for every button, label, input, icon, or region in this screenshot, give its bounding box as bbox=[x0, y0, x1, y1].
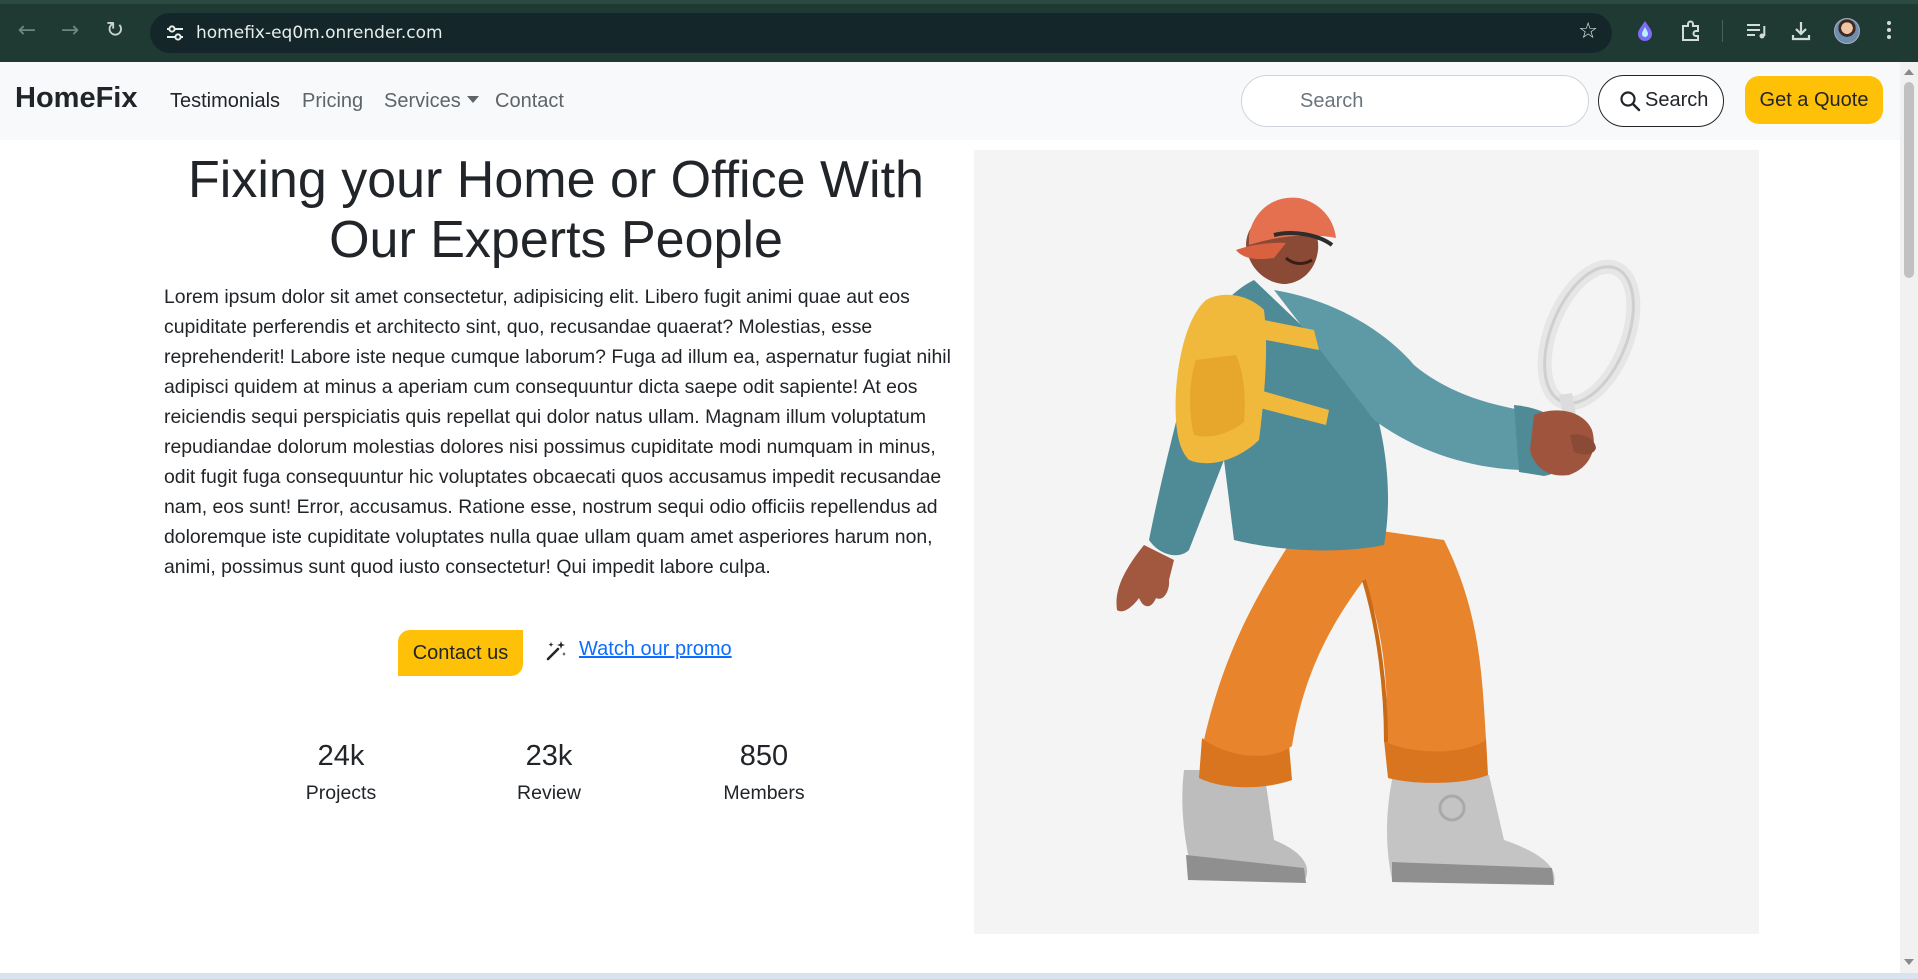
page-scrollbar[interactable] bbox=[1900, 62, 1918, 979]
scrollbar-thumb[interactable] bbox=[1904, 82, 1914, 278]
media-queue-icon[interactable] bbox=[1743, 18, 1769, 44]
search-input[interactable]: Search bbox=[1241, 75, 1589, 127]
stat-label: Members bbox=[723, 782, 805, 804]
stat-members: 850 Members bbox=[684, 738, 844, 805]
reload-icon[interactable]: ↻ bbox=[101, 17, 129, 45]
contact-us-button[interactable]: Contact us bbox=[398, 630, 523, 676]
profile-avatar[interactable] bbox=[1834, 18, 1860, 44]
caret-down-icon bbox=[466, 96, 479, 103]
stat-projects: 24k Projects bbox=[261, 738, 421, 805]
extension-drop-icon[interactable] bbox=[1632, 18, 1658, 44]
kebab-menu-icon[interactable] bbox=[1886, 18, 1892, 44]
stat-label: Review bbox=[517, 782, 581, 804]
worker-with-magnifier-illustration bbox=[1116, 197, 1641, 885]
site-navbar: HomeFix Testimonials Pricing Services Co… bbox=[0, 62, 1900, 140]
hero-description: Lorem ipsum dolor sit amet consectetur, … bbox=[164, 286, 951, 578]
magic-wand-icon bbox=[546, 641, 566, 661]
url-text[interactable]: homefix-eq0m.onrender.com bbox=[196, 23, 443, 43]
puzzle-icon[interactable] bbox=[1678, 18, 1704, 44]
forward-arrow-icon[interactable]: → bbox=[56, 17, 84, 45]
tune-icon[interactable] bbox=[164, 22, 186, 44]
address-bar[interactable]: homefix-eq0m.onrender.com ☆ bbox=[150, 13, 1612, 53]
hero-title: Fixing your Home or Office With Our Expe… bbox=[188, 151, 924, 269]
nav-link-contact[interactable]: Contact bbox=[495, 90, 564, 113]
stat-value: 24k bbox=[317, 740, 365, 772]
nav-dropdown-services[interactable]: Services bbox=[384, 90, 479, 113]
stat-value: 23k bbox=[525, 740, 573, 772]
search-button-label: Search bbox=[1645, 89, 1709, 111]
get-quote-button[interactable]: Get a Quote bbox=[1745, 76, 1883, 124]
tab-strip-edge bbox=[0, 0, 1918, 4]
window-bottom-edge bbox=[0, 973, 1918, 979]
stat-value: 850 bbox=[739, 740, 789, 772]
magnifier-icon bbox=[1620, 91, 1641, 112]
stat-label: Projects bbox=[305, 782, 377, 804]
nav-link-testimonials[interactable]: Testimonials bbox=[170, 90, 280, 113]
search-button[interactable]: Search bbox=[1598, 75, 1724, 127]
browser-toolbar: ← → ↻ homefix-eq0m.onrender.com ☆ bbox=[0, 0, 1918, 62]
back-arrow-icon[interactable]: ← bbox=[13, 17, 41, 45]
scroll-up-arrow-icon[interactable] bbox=[1904, 69, 1914, 75]
brand-logo[interactable]: HomeFix bbox=[15, 82, 137, 115]
stat-review: 23k Review bbox=[469, 738, 629, 805]
watch-promo-link[interactable]: Watch our promo bbox=[579, 638, 732, 661]
nav-link-pricing[interactable]: Pricing bbox=[302, 90, 363, 113]
scroll-down-arrow-icon[interactable] bbox=[1904, 959, 1914, 965]
download-icon[interactable] bbox=[1788, 18, 1814, 44]
toolbar-separator bbox=[1722, 20, 1723, 42]
hero-illustration bbox=[974, 150, 1759, 934]
nav-dropdown-label: Services bbox=[384, 90, 461, 112]
star-icon[interactable]: ☆ bbox=[1578, 19, 1598, 44]
